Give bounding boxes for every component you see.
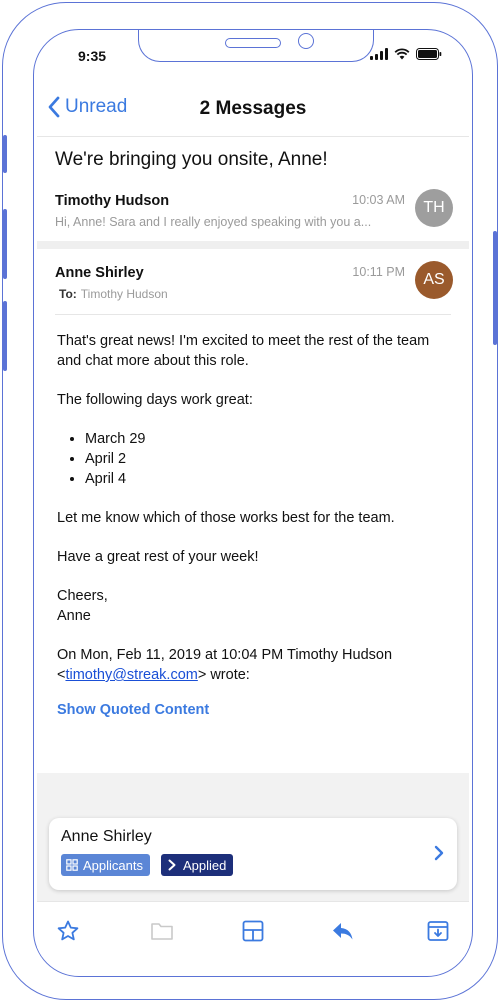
- stage-label: Applied: [183, 857, 227, 873]
- recipient-name: Timothy Hudson: [80, 287, 168, 301]
- message-time: 10:11 PM: [352, 265, 405, 279]
- signoff: Cheers,: [57, 588, 108, 604]
- message-sender: Timothy Hudson: [55, 193, 170, 209]
- notch: [138, 30, 374, 62]
- pipeline-label: Applicants: [83, 857, 143, 873]
- cellular-signal-icon: [370, 48, 388, 60]
- star-button[interactable]: [55, 918, 81, 944]
- nav-title: 2 Messages: [199, 98, 307, 119]
- mute-switch: [3, 135, 7, 173]
- archive-icon: [427, 921, 449, 941]
- message-collapsed[interactable]: Timothy Hudson 10:03 AM Hi, Anne! Sara a…: [37, 183, 469, 241]
- body-paragraph: Let me know which of those works best fo…: [57, 510, 395, 526]
- bottom-toolbar: [37, 901, 469, 957]
- phone-screen: 9:35 Unread 2 Messages We're bringing yo…: [33, 29, 473, 977]
- reply-icon: [333, 923, 353, 940]
- layout-icon: [242, 920, 264, 942]
- list-item: April 4: [85, 469, 449, 489]
- chevron-right-icon: [434, 845, 444, 861]
- thread-subject: We're bringing you onsite, Anne!: [55, 149, 328, 170]
- phone-frame: 9:35 Unread 2 Messages We're bringing yo…: [2, 2, 498, 1000]
- body-paragraph: The following days work great:: [57, 392, 253, 408]
- star-icon: [57, 920, 79, 941]
- avatar: AS: [415, 261, 453, 299]
- status-icons: [370, 48, 442, 60]
- message-time: 10:03 AM: [352, 193, 405, 207]
- speaker: [225, 38, 281, 48]
- pipeline-chip: Applicants: [61, 854, 150, 876]
- quote-tail: > wrote:: [197, 667, 250, 683]
- battery-icon: [416, 48, 442, 60]
- status-time: 9:35: [78, 48, 107, 64]
- volume-up-button: [3, 209, 7, 279]
- mail-screen: Unread 2 Messages We're bringing you ons…: [37, 86, 469, 957]
- avatar: TH: [415, 189, 453, 227]
- message-body: That's great news! I'm excited to meet t…: [55, 315, 451, 720]
- list-item: March 29: [85, 429, 449, 449]
- stage-chip: Applied: [161, 854, 234, 876]
- message-header[interactable]: Anne Shirley 10:11 PM To: Timothy Hudson …: [55, 249, 453, 315]
- grid-icon: [66, 859, 78, 871]
- layout-button[interactable]: [240, 918, 266, 944]
- email-link[interactable]: timothy@streak.com: [65, 667, 197, 683]
- box-name: Anne Shirley: [61, 828, 152, 845]
- power-button: [493, 231, 497, 345]
- volume-down-button: [3, 301, 7, 371]
- date-list: March 29 April 2 April 4: [85, 429, 449, 489]
- folder-icon: [151, 923, 173, 940]
- avatar-initials: TH: [423, 199, 445, 216]
- body-paragraph: That's great news! I'm excited to meet t…: [57, 333, 430, 369]
- signature: Anne: [57, 608, 91, 624]
- show-quoted-content-button[interactable]: Show Quoted Content: [57, 700, 449, 720]
- move-to-folder-button[interactable]: [149, 918, 175, 944]
- to-label: To:: [59, 287, 77, 301]
- message-snippet: Hi, Anne! Sara and I really enjoyed spea…: [55, 215, 372, 229]
- chevron-right-icon: [168, 859, 176, 871]
- list-item: April 2: [85, 449, 449, 469]
- quote-attribution: On Mon, Feb 11, 2019 at 10:04 PM Timothy…: [57, 645, 449, 685]
- avatar-initials: AS: [423, 271, 445, 288]
- archive-button[interactable]: [425, 918, 451, 944]
- body-paragraph: Have a great rest of your week!: [57, 549, 259, 565]
- wifi-icon: [394, 48, 410, 60]
- message-sender: Anne Shirley: [55, 265, 144, 281]
- message-expanded: Anne Shirley 10:11 PM To: Timothy Hudson …: [37, 249, 469, 720]
- quote-intro: On Mon, Feb 11, 2019 at 10:04 PM Timothy…: [57, 647, 393, 663]
- recipient-line: To: Timothy Hudson: [59, 287, 168, 301]
- reply-button[interactable]: [330, 918, 356, 944]
- crm-box-card[interactable]: Anne Shirley Applicants Applied: [49, 818, 457, 890]
- message-separator: [37, 241, 469, 249]
- nav-bar: Unread 2 Messages: [37, 86, 469, 136]
- signature-block: Cheers, Anne: [57, 586, 449, 626]
- camera: [298, 33, 314, 49]
